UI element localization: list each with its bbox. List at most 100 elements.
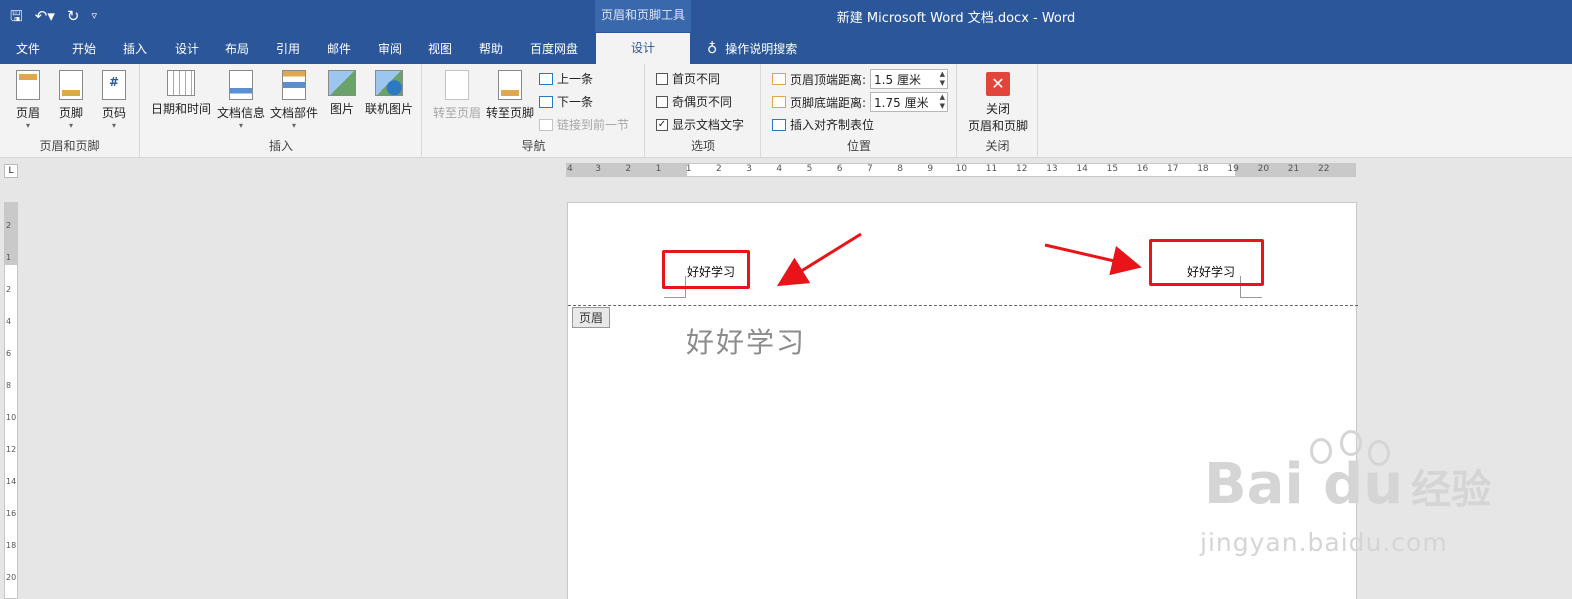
quick-parts-icon — [282, 70, 306, 100]
header-boundary-line — [568, 305, 1358, 306]
header-tag-label: 页眉 — [572, 307, 611, 328]
footer-position-icon — [772, 96, 786, 108]
ruler-tick-label: 20 — [1257, 164, 1270, 174]
vertical-ruler[interactable]: 2 1 2 4 6 8 10 12 14 16 18 20 — [4, 202, 18, 599]
spinner-arrows-icon[interactable]: ▲ ▼ — [940, 93, 945, 111]
document-info-icon — [229, 70, 253, 100]
ruler-tick-label: 6 — [836, 164, 843, 174]
online-picture-icon — [375, 70, 403, 96]
header-button[interactable]: 页眉 ▾ — [10, 70, 46, 130]
footer-button[interactable]: 页脚 ▾ — [53, 70, 89, 130]
tab-header-footer-design[interactable]: 设计 — [596, 33, 690, 64]
insert-alignment-tab-button[interactable]: 插入对齐制表位 — [772, 116, 874, 133]
tab-layout[interactable]: 布局 — [225, 40, 249, 57]
goto-footer-button[interactable]: 转至页脚 — [484, 70, 536, 121]
different-odd-even-checkbox[interactable]: 奇偶页不同 — [656, 93, 732, 110]
quick-parts-button[interactable]: 文档部件 ▾ — [268, 70, 320, 130]
picture-button[interactable]: 图片 — [324, 70, 360, 117]
date-time-button[interactable]: 日期和时间 — [149, 70, 213, 117]
group-options: 首页不同 奇偶页不同 ✓ 显示文档文字 选项 — [646, 64, 761, 158]
ruler-tick-label: 9 — [927, 164, 934, 174]
ruler-tick-label: 14 — [6, 477, 17, 486]
previous-button[interactable]: 上一条 — [539, 70, 593, 87]
group-label-navigation: 导航 — [521, 139, 546, 153]
footer-from-bottom-input[interactable]: 1.75 厘米 ▲ ▼ — [870, 92, 949, 112]
online-picture-button[interactable]: 联机图片 — [363, 70, 415, 117]
tell-me-search[interactable]: ♁ 操作说明搜索 — [707, 40, 797, 57]
ruler-tick-label: 8 — [6, 381, 12, 390]
tab-insert[interactable]: 插入 — [123, 40, 147, 57]
ruler-tick-label: 11 — [985, 164, 998, 174]
ruler-tick-label: 4 — [6, 317, 12, 326]
baidu-jingyan-watermark: Bai du 经验 jingyan.baidu.com — [1200, 430, 1500, 580]
link-icon — [539, 118, 553, 131]
tab-design[interactable]: 设计 — [175, 40, 199, 57]
ruler-tick-label: 14 — [1076, 164, 1088, 174]
tab-help[interactable]: 帮助 — [479, 40, 503, 57]
ruler-tick-label: 1 — [6, 253, 12, 262]
previous-icon — [539, 72, 553, 85]
ruler-tick-label: 4 — [567, 164, 573, 174]
page-number-button[interactable]: # 页码 ▾ — [96, 70, 132, 130]
footer-icon — [59, 70, 83, 100]
tab-mailings[interactable]: 邮件 — [327, 40, 351, 57]
goto-header-button[interactable]: 转至页眉 — [431, 70, 483, 121]
close-icon: ✕ — [986, 72, 1010, 96]
next-button[interactable]: 下一条 — [539, 93, 593, 110]
tab-view[interactable]: 视图 — [428, 40, 452, 57]
alignment-tab-icon — [772, 118, 786, 131]
ruler-tick-label: 12 — [1016, 164, 1028, 174]
chevron-down-icon: ▾ — [111, 121, 116, 130]
group-label-header-footer: 页眉和页脚 — [39, 139, 100, 153]
arrow-to-right-header — [1044, 243, 1142, 276]
arrow-to-left-header — [776, 232, 862, 287]
document-info-button[interactable]: 文档信息 ▾ — [215, 70, 267, 130]
ruler-tick-label: 7 — [867, 164, 873, 174]
group-navigation: 转至页眉 转至页脚 上一条 下一条 链接到前一节 导航 — [423, 64, 645, 158]
horizontal-ruler[interactable]: 4 3 2 1 1 2 3 4 5 6 7 8 9 10 11 12 13 14 15 16 17 18 19 20 21 22 — [566, 163, 1356, 177]
ruler-tick-label: 16 — [6, 509, 17, 518]
goto-header-icon — [445, 70, 469, 100]
ruler-tick-label: 4 — [776, 164, 783, 174]
tab-selector[interactable]: L — [4, 164, 18, 178]
header-icon — [16, 70, 40, 100]
body-text[interactable]: 好好学习 — [686, 321, 806, 361]
tab-home[interactable]: 开始 — [72, 40, 96, 57]
tab-file[interactable]: 文件 — [16, 40, 40, 57]
link-to-previous-button[interactable]: 链接到前一节 — [539, 116, 629, 133]
different-first-page-checkbox[interactable]: 首页不同 — [656, 70, 720, 87]
ruler-tick-label: 10 — [6, 413, 17, 422]
group-position: 页眉顶端距离: 1.5 厘米 ▲ ▼ 页脚底端距离: 1.75 厘米 ▲ ▼ 插入对… — [762, 64, 957, 158]
ruler-tick-label: 3 — [595, 164, 601, 174]
header-from-top-input[interactable]: 1.5 厘米 ▲ ▼ — [870, 69, 949, 89]
ruler-tick-label: 20 — [6, 573, 17, 582]
lightbulb-icon: ♁ — [707, 40, 718, 57]
close-header-footer-button[interactable]: ✕ 关闭 页眉和页脚 — [964, 72, 1032, 134]
goto-footer-icon — [498, 70, 522, 100]
ruler-tick-label: 1 — [655, 164, 662, 174]
show-document-text-checkbox[interactable]: ✓ 显示文档文字 — [656, 116, 744, 133]
ruler-tick-label: 19 — [1227, 164, 1239, 174]
next-icon — [539, 95, 553, 108]
ruler-tick-label: 3 — [746, 164, 752, 174]
ruler-tick-label: 2 — [716, 164, 722, 174]
title-bar: 🖫 ↶▾ ↻ ▿ 页眉和页脚工具 新建 Microsoft Word 文档.do… — [0, 0, 1572, 32]
ruler-tick-label: 13 — [1046, 164, 1058, 174]
group-label-options: 选项 — [690, 139, 715, 153]
header-from-top-control: 页眉顶端距离: 1.5 厘米 ▲ ▼ — [772, 69, 949, 89]
group-label-insert: 插入 — [268, 139, 293, 153]
ruler-tick-label: 18 — [1197, 164, 1209, 174]
tab-references[interactable]: 引用 — [276, 40, 300, 57]
tab-review[interactable]: 审阅 — [378, 40, 402, 57]
checkbox-unchecked — [656, 72, 668, 85]
footer-from-bottom-control: 页脚底端距离: 1.75 厘米 ▲ ▼ — [772, 92, 949, 112]
tab-baidu-netdisk[interactable]: 百度网盘 — [530, 40, 578, 57]
document-title: 新建 Microsoft Word 文档.docx - Word — [836, 11, 1076, 26]
chevron-down-icon: ▾ — [238, 121, 243, 130]
chevron-down-icon: ▾ — [25, 121, 30, 130]
ruler-tick-label: 17 — [1167, 164, 1179, 174]
checkmark-icon: ✓ — [656, 118, 668, 131]
ruler-tick-label: 18 — [6, 541, 17, 550]
spinner-arrows-icon[interactable]: ▲ ▼ — [940, 70, 945, 88]
ruler-tick-label: 5 — [806, 164, 813, 174]
